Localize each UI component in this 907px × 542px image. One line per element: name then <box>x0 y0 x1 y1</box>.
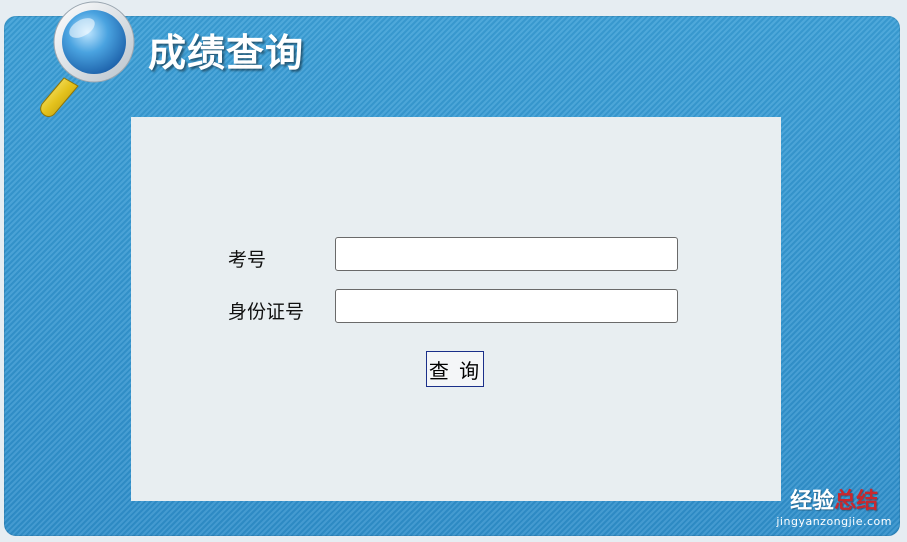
page-title: 成绩查询 <box>148 31 305 75</box>
watermark-text: 经验总结 <box>776 483 892 515</box>
watermark-text-white: 经验 <box>790 489 835 514</box>
watermark-url: jingyanzongjie.com <box>776 515 892 528</box>
magnifier-icon <box>40 1 135 117</box>
watermark: 经验总结 jingyanzongjie.com <box>776 483 892 528</box>
watermark-text-red: 总结 <box>834 489 879 514</box>
exam-number-label: 考号 <box>228 249 267 271</box>
id-number-label: 身份证号 <box>228 301 305 323</box>
id-number-input[interactable] <box>335 289 678 323</box>
exam-number-input[interactable] <box>335 237 678 271</box>
query-form-panel: 考号 身份证号 查 询 <box>131 117 781 501</box>
query-button[interactable]: 查 询 <box>426 351 484 387</box>
